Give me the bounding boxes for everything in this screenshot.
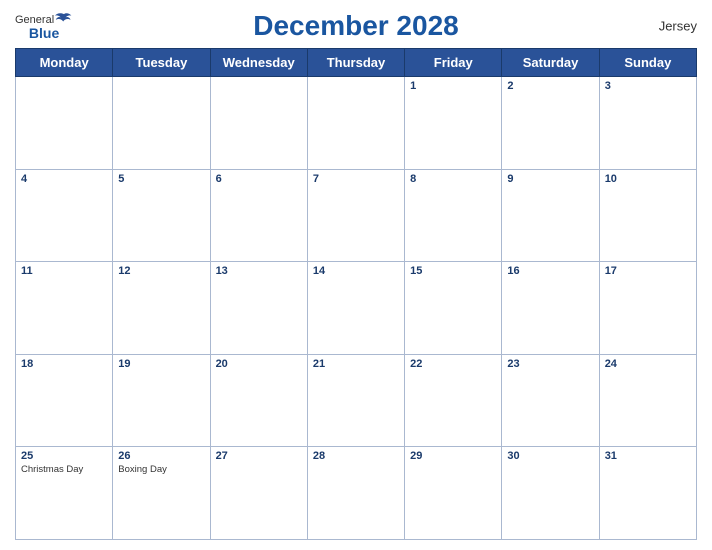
table-row: 7 [307, 169, 404, 262]
day-number: 17 [605, 265, 691, 277]
table-row: 14 [307, 262, 404, 355]
table-row: 4 [16, 169, 113, 262]
calendar-header: General Blue December 2028 Jersey [15, 10, 697, 42]
day-number: 27 [216, 450, 302, 462]
day-number: 19 [118, 358, 204, 370]
day-number: 10 [605, 173, 691, 185]
day-number: 31 [605, 450, 691, 462]
calendar-week-row: 25 Christmas Day 26 Boxing Day 27 28 29 30 31 [16, 447, 697, 540]
day-number: 12 [118, 265, 204, 277]
table-row: 17 [599, 262, 696, 355]
table-row: 16 [502, 262, 599, 355]
table-row: 18 [16, 354, 113, 447]
table-row [16, 77, 113, 170]
table-row: 6 [210, 169, 307, 262]
table-row: 3 [599, 77, 696, 170]
table-row: 22 [405, 354, 502, 447]
table-row: 1 [405, 77, 502, 170]
day-number: 21 [313, 358, 399, 370]
day-number: 16 [507, 265, 593, 277]
day-number: 8 [410, 173, 496, 185]
day-number: 14 [313, 265, 399, 277]
table-row: 21 [307, 354, 404, 447]
header-monday: Monday [16, 49, 113, 77]
day-number: 20 [216, 358, 302, 370]
day-number: 13 [216, 265, 302, 277]
table-row: 15 [405, 262, 502, 355]
day-number: 24 [605, 358, 691, 370]
calendar-title: December 2028 [253, 10, 458, 42]
table-row: 23 [502, 354, 599, 447]
logo: General Blue [15, 11, 73, 41]
table-row: 8 [405, 169, 502, 262]
table-row: 10 [599, 169, 696, 262]
table-row: 27 [210, 447, 307, 540]
holiday-label: Christmas Day [21, 464, 107, 475]
holiday-label: Boxing Day [118, 464, 204, 475]
table-row: 5 [113, 169, 210, 262]
days-header-row: Monday Tuesday Wednesday Thursday Friday… [16, 49, 697, 77]
table-row: 28 [307, 447, 404, 540]
table-row: 9 [502, 169, 599, 262]
table-row: 19 [113, 354, 210, 447]
header-thursday: Thursday [307, 49, 404, 77]
table-row: 2 [502, 77, 599, 170]
table-row: 24 [599, 354, 696, 447]
header-friday: Friday [405, 49, 502, 77]
header-tuesday: Tuesday [113, 49, 210, 77]
day-number: 3 [605, 80, 691, 92]
calendar-week-row: 18 19 20 21 22 23 24 [16, 354, 697, 447]
day-number: 7 [313, 173, 399, 185]
table-row: 12 [113, 262, 210, 355]
logo-general-text: General [15, 14, 54, 26]
day-number: 15 [410, 265, 496, 277]
day-number: 26 [118, 450, 204, 462]
day-number: 23 [507, 358, 593, 370]
header-saturday: Saturday [502, 49, 599, 77]
table-row: 29 [405, 447, 502, 540]
calendar-table: Monday Tuesday Wednesday Thursday Friday… [15, 48, 697, 540]
table-row [210, 77, 307, 170]
day-number: 11 [21, 265, 107, 277]
day-number: 9 [507, 173, 593, 185]
table-row: 20 [210, 354, 307, 447]
day-number: 6 [216, 173, 302, 185]
table-row [113, 77, 210, 170]
table-row [307, 77, 404, 170]
day-number: 29 [410, 450, 496, 462]
calendar-week-row: 11 12 13 14 15 16 17 [16, 262, 697, 355]
day-number: 18 [21, 358, 107, 370]
header-sunday: Sunday [599, 49, 696, 77]
region-label: Jersey [659, 19, 697, 34]
day-number: 5 [118, 173, 204, 185]
day-number: 28 [313, 450, 399, 462]
calendar-week-row: 456789 10 [16, 169, 697, 262]
table-row: 13 [210, 262, 307, 355]
day-number: 25 [21, 450, 107, 462]
calendar-week-row: 123 [16, 77, 697, 170]
day-number: 4 [21, 173, 107, 185]
day-number: 30 [507, 450, 593, 462]
table-row: 31 [599, 447, 696, 540]
table-row: 26 Boxing Day [113, 447, 210, 540]
table-row: 25 Christmas Day [16, 447, 113, 540]
day-number: 1 [410, 80, 496, 92]
table-row: 30 [502, 447, 599, 540]
day-number: 2 [507, 80, 593, 92]
day-number: 22 [410, 358, 496, 370]
logo-blue-text: Blue [29, 26, 59, 41]
header-wednesday: Wednesday [210, 49, 307, 77]
table-row: 11 [16, 262, 113, 355]
logo-bird-icon [55, 12, 73, 26]
